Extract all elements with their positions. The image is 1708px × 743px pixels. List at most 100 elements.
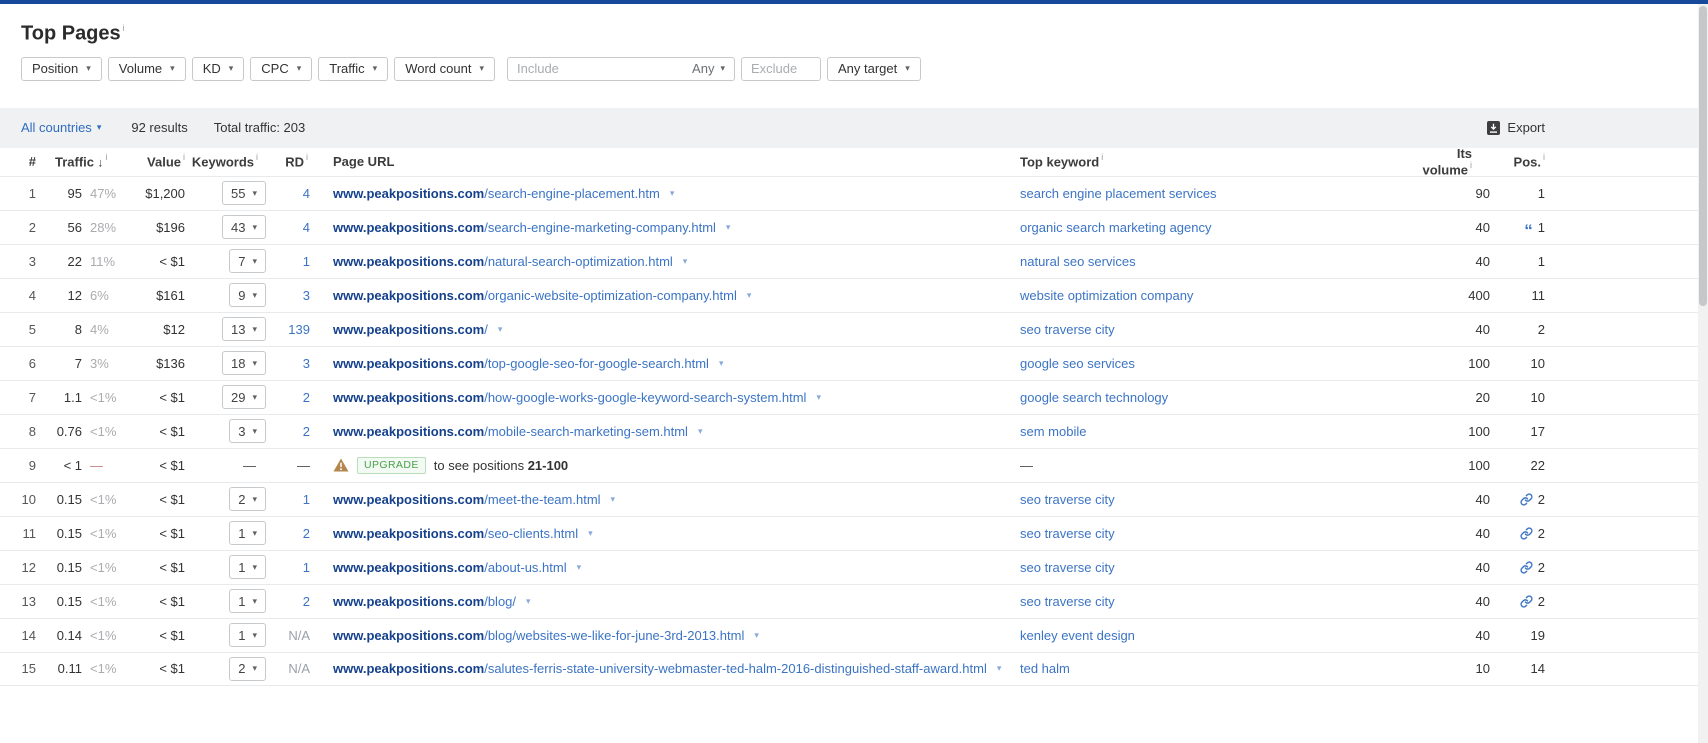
rd-link[interactable]: 3 [303,356,310,371]
url-expand-caret[interactable]: ▾ [526,596,531,607]
keywords-dropdown[interactable]: 2 ▾ [229,487,266,512]
column-header-value[interactable]: Value i [130,152,185,169]
title-info-icon: i [122,23,125,33]
page-url-link[interactable]: www.peakpositions.com/about-us.html [333,560,567,575]
filter-button-cpc[interactable]: CPC ▾ [250,56,313,81]
rd-link[interactable]: 2 [303,424,310,439]
top-keyword-link[interactable]: search engine placement services [1020,186,1217,201]
page-url-cell: www.peakpositions.com/blog/websites-we-l… [310,628,1020,643]
exclude-input[interactable] [740,56,821,81]
url-expand-caret[interactable]: ▾ [588,528,593,539]
top-keyword-link[interactable]: seo traverse city [1020,492,1115,507]
column-header-top-keyword[interactable]: Top keyword i [1020,152,1415,169]
page-url-link[interactable]: www.peakpositions.com/seo-clients.html [333,526,578,541]
url-expand-caret[interactable]: ▾ [683,256,688,267]
traffic-percent: 4% [90,321,109,337]
include-mode-dropdown[interactable]: Any ▾ [692,61,725,76]
keywords-dropdown[interactable]: 55 ▾ [222,181,266,206]
any-target-dropdown[interactable]: Any target ▾ [826,56,921,81]
page-url-link[interactable]: www.peakpositions.com/how-google-works-g… [333,390,806,405]
rd-link[interactable]: 1 [303,254,310,269]
filter-button-word-count[interactable]: Word count ▾ [394,56,495,81]
vertical-scrollbar[interactable] [1698,4,1708,743]
top-keyword-link[interactable]: google seo services [1020,356,1135,371]
page-url-link[interactable]: www.peakpositions.com/ [333,322,488,337]
url-expand-caret[interactable]: ▾ [719,358,724,369]
filter-button-kd[interactable]: KD ▾ [191,56,245,81]
rd-link[interactable]: 2 [303,390,310,405]
top-keyword-link[interactable]: natural seo services [1020,254,1136,269]
url-expand-caret[interactable]: ▾ [726,222,731,233]
url-expand-caret[interactable]: ▾ [611,494,616,505]
page-url-cell: www.peakpositions.com/top-google-seo-for… [310,356,1020,371]
top-keyword-link[interactable]: sem mobile [1020,424,1086,439]
top-keyword-link[interactable]: google search technology [1020,390,1168,405]
page-url-link[interactable]: www.peakpositions.com/salutes-ferris-sta… [333,661,987,676]
rd-link[interactable]: 1 [303,492,310,507]
filter-button-volume[interactable]: Volume ▾ [107,56,186,81]
position-value: 22 [1530,457,1545,473]
url-expand-caret[interactable]: ▾ [816,392,821,403]
page-url-link[interactable]: www.peakpositions.com/meet-the-team.html [333,492,601,507]
countries-dropdown[interactable]: All countries ▾ [21,120,101,135]
filter-button-position[interactable]: Position ▾ [21,56,102,81]
top-keyword-link[interactable]: ted halm [1020,661,1070,676]
rd-link[interactable]: 4 [303,220,310,235]
url-expand-caret[interactable]: ▾ [997,663,1002,674]
page-url-link[interactable]: www.peakpositions.com/blog/ [333,594,516,609]
export-button[interactable]: Export [1487,120,1545,135]
chevron-down-icon: ▾ [252,255,257,266]
keywords-dropdown[interactable]: 1 ▾ [229,623,266,648]
keywords-dropdown[interactable]: 13 ▾ [222,317,266,342]
keywords-dropdown[interactable]: 9 ▾ [229,283,266,308]
page-url-link[interactable]: www.peakpositions.com/search-engine-plac… [333,186,660,201]
rd-link[interactable]: 3 [303,288,310,303]
keywords-dropdown[interactable]: 3 ▾ [229,419,266,444]
url-domain: www.peakpositions.com [333,253,485,269]
keywords-dropdown[interactable]: 43 ▾ [222,215,266,240]
traffic-percent: <1% [90,627,117,643]
url-expand-caret[interactable]: ▾ [670,188,675,199]
rd-link[interactable]: 139 [288,322,310,337]
url-expand-caret[interactable]: ▾ [698,426,703,437]
top-keyword-link[interactable]: organic search marketing agency [1020,220,1212,235]
column-header-rd[interactable]: RD i [266,152,310,169]
top-keyword-link[interactable]: seo traverse city [1020,526,1115,541]
scrollbar-thumb[interactable] [1699,6,1707,306]
page-url-link[interactable]: www.peakpositions.com/top-google-seo-for… [333,356,709,371]
rd-link[interactable]: 4 [303,186,310,201]
top-keyword-link[interactable]: kenley event design [1020,628,1135,643]
upgrade-badge[interactable]: UPGRADE [357,456,426,474]
page-url-link[interactable]: www.peakpositions.com/mobile-search-mark… [333,424,688,439]
top-keyword-link[interactable]: seo traverse city [1020,560,1115,575]
top-keyword-link[interactable]: seo traverse city [1020,322,1115,337]
keywords-dropdown[interactable]: 1 ▾ [229,521,266,546]
filter-button-traffic[interactable]: Traffic ▾ [318,56,389,81]
column-header-keywords[interactable]: Keywords i [185,152,266,169]
page-url-link[interactable]: www.peakpositions.com/organic-website-op… [333,288,737,303]
include-input[interactable] [516,61,687,77]
rd-link[interactable]: 2 [303,526,310,541]
url-expand-caret[interactable]: ▾ [498,324,503,335]
traffic-value: 0.76 [56,423,82,439]
url-expand-caret[interactable]: ▾ [747,290,752,301]
keywords-dropdown[interactable]: 1 ▾ [229,555,266,580]
page-url-link[interactable]: www.peakpositions.com/natural-search-opt… [333,254,673,269]
keywords-dropdown[interactable]: 2 ▾ [229,656,266,681]
column-header-traffic[interactable]: Traffic ↓ i [36,152,130,169]
url-expand-caret[interactable]: ▾ [577,562,582,573]
keywords-dropdown[interactable]: 1 ▾ [229,589,266,614]
top-keyword-link[interactable]: website optimization company [1020,288,1193,303]
column-header-its-volume[interactable]: Its volume i [1415,146,1490,177]
column-header-page-url[interactable]: Page URL [310,154,1020,169]
column-header-pos[interactable]: Pos. i [1490,152,1545,169]
url-expand-caret[interactable]: ▾ [754,630,759,641]
keywords-dropdown[interactable]: 29 ▾ [222,385,266,410]
keywords-dropdown[interactable]: 18 ▾ [222,351,266,376]
rd-link[interactable]: 1 [303,560,310,575]
keywords-dropdown[interactable]: 7 ▾ [229,249,266,274]
rd-link[interactable]: 2 [303,594,310,609]
top-keyword-link[interactable]: seo traverse city [1020,594,1115,609]
page-url-link[interactable]: www.peakpositions.com/blog/websites-we-l… [333,628,744,643]
page-url-link[interactable]: www.peakpositions.com/search-engine-mark… [333,220,716,235]
